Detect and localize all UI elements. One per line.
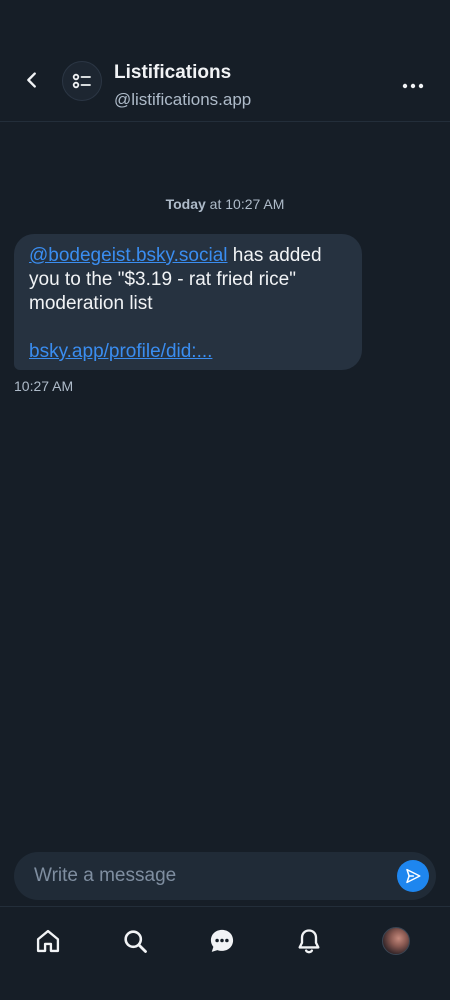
- profile-avatar: [382, 927, 410, 955]
- home-icon: [36, 929, 60, 953]
- date-time: at 10:27 AM: [205, 196, 285, 212]
- list-icon: [72, 73, 91, 89]
- chevron-left-icon: [27, 72, 36, 88]
- list-avatar[interactable]: [62, 61, 102, 101]
- contact-name[interactable]: Listifications: [114, 62, 231, 84]
- send-button[interactable]: [397, 860, 429, 892]
- nav-profile[interactable]: [374, 919, 418, 963]
- ellipsis-icon: [402, 83, 424, 89]
- send-icon: [406, 868, 421, 884]
- conversation-header: Listifications @listifications.app: [0, 0, 450, 122]
- message-input[interactable]: [14, 852, 384, 900]
- nav-chat[interactable]: [200, 919, 244, 963]
- nav-search[interactable]: [113, 919, 157, 963]
- back-button[interactable]: [14, 62, 50, 98]
- bottom-navigation: [0, 906, 450, 1000]
- search-icon: [124, 930, 147, 953]
- mention-link[interactable]: @bodegeist.bsky.social: [29, 245, 227, 266]
- date-separator: Today at 10:27 AM: [0, 196, 450, 212]
- chat-screen: Listifications @listifications.app Today…: [0, 0, 450, 1000]
- contact-handle: @listifications.app: [114, 90, 252, 109]
- message-bubble[interactable]: @bodegeist.bsky.social has added you to …: [14, 234, 362, 370]
- nav-notifications[interactable]: [287, 919, 331, 963]
- chat-icon: [210, 929, 234, 952]
- date-label: Today: [165, 196, 206, 212]
- message-composer: [14, 852, 436, 900]
- message-timestamp: 10:27 AM: [14, 378, 74, 394]
- profile-link[interactable]: bsky.app/profile/did:...: [29, 341, 212, 362]
- nav-home[interactable]: [26, 919, 70, 963]
- bell-icon: [298, 929, 320, 954]
- more-options-button[interactable]: [396, 70, 430, 102]
